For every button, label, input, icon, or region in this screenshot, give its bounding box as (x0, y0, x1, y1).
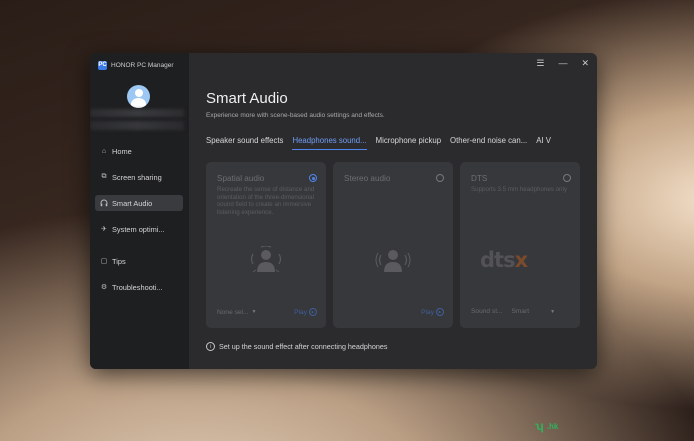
stereo-play-button[interactable]: Play ▶ (421, 308, 444, 316)
play-icon: ▶ (436, 308, 444, 316)
sidebar-nav: ⌂ Home ⧉ Screen sharing Smart Audio ✈ Sy… (95, 143, 183, 305)
tab-microphone-pickup[interactable]: Microphone pickup (376, 136, 441, 150)
play-label: Play (421, 308, 434, 316)
avatar[interactable] (127, 85, 150, 108)
watermark: ʮ .hk (535, 419, 558, 433)
card-footer: Play ▶ (344, 308, 444, 316)
card-footer: Sound st... Smart ▼ (471, 308, 571, 315)
spatial-listener-icon (250, 246, 282, 272)
card-title: Spatial audio (217, 174, 265, 183)
headphones-icon (100, 199, 108, 207)
app-window: PC HONOR PC Manager ⌂ Home ⧉ Screen shar… (90, 53, 597, 369)
sidebar-item-screen-sharing[interactable]: ⧉ Screen sharing (95, 169, 183, 185)
chevron-down-icon: ▼ (251, 309, 257, 315)
wrench-icon: ⚙ (100, 284, 108, 291)
tab-ai-voice[interactable]: AI V (536, 136, 551, 150)
sidebar-item-label: Screen sharing (112, 172, 162, 182)
spatial-mode-select[interactable]: None sel... ▼ (217, 309, 256, 316)
sidebar-item-system-optimization[interactable]: ✈ System optimi... (95, 221, 183, 237)
card-title: DTS (471, 174, 488, 183)
watermark-text-b: .hk (546, 421, 559, 431)
select-value: Smart (511, 308, 530, 315)
dts-mode-select[interactable]: Smart ▼ (512, 308, 556, 315)
username-blurred (90, 109, 184, 117)
card-spatial-audio[interactable]: Spatial audio Recreate the sense of dist… (206, 162, 326, 328)
stereo-audio-radio[interactable] (436, 174, 444, 182)
home-icon: ⌂ (101, 147, 107, 155)
page-title: Smart Audio (206, 90, 288, 107)
dts-radio[interactable] (563, 174, 571, 182)
dts-logo-text: dts (480, 248, 516, 272)
play-icon: ▶ (309, 308, 317, 316)
play-label: Play (294, 308, 307, 316)
notice-text: Set up the sound effect after connecting… (219, 342, 388, 351)
chevron-down-icon: ▼ (550, 308, 556, 315)
sidebar-item-label: System optimi... (112, 224, 165, 234)
card-description: Supports 3.5 mm headphones only (471, 186, 567, 193)
sidebar-item-smart-audio[interactable]: Smart Audio (95, 195, 183, 211)
card-dts[interactable]: DTS Supports 3.5 mm headphones only dtsx… (460, 162, 580, 328)
spatial-play-button[interactable]: Play ▶ (294, 308, 317, 316)
book-icon: ▢ (100, 258, 108, 265)
app-name: HONOR PC Manager (111, 61, 174, 69)
sidebar-item-label: Tips (112, 256, 126, 266)
card-stereo-audio[interactable]: Stereo audio Play ▶ (333, 162, 453, 328)
headphones-notice: i Set up the sound effect after connecti… (206, 342, 388, 351)
tab-other-end-noise-cancellation[interactable]: Other-end noise can... (450, 136, 527, 150)
screen-share-icon: ⧉ (101, 173, 107, 180)
sidebar-item-label: Home (112, 146, 132, 156)
sidebar-item-tips[interactable]: ▢ Tips (95, 253, 183, 269)
app-logo-icon: PC (98, 60, 107, 70)
main-panel: Smart Audio Experience more with scene-b… (189, 53, 597, 369)
select-value: None sel... (217, 308, 249, 316)
tab-bar: Speaker sound effects Headphones sound..… (206, 136, 551, 150)
dts-x-logo: dtsx (480, 248, 529, 272)
spatial-audio-radio[interactable] (309, 174, 317, 182)
sidebar-item-troubleshooting[interactable]: ⚙ Troubleshooti... (95, 279, 183, 295)
sidebar-item-label: Smart Audio (112, 198, 153, 208)
effect-cards: Spatial audio Recreate the sense of dist… (206, 162, 580, 328)
watermark-text: .hk (547, 422, 559, 431)
sidebar-item-label: Troubleshooti... (112, 282, 163, 292)
dts-logo-x: x (514, 248, 529, 272)
info-icon: i (206, 342, 215, 351)
sound-stage-label: Sound st... (471, 308, 503, 315)
userid-blurred (90, 121, 184, 130)
rocket-icon: ✈ (101, 226, 107, 233)
card-title: Stereo audio (344, 174, 391, 183)
card-description: Recreate the sense of distance and orien… (217, 186, 315, 216)
stereo-listener-icon (375, 250, 411, 272)
page-subtitle: Experience more with scene-based audio s… (206, 112, 385, 119)
card-footer: None sel... ▼ Play ▶ (217, 308, 317, 316)
watermark-logo-icon: ʮ (535, 419, 544, 433)
sidebar-item-home[interactable]: ⌂ Home (95, 143, 183, 159)
sidebar: PC HONOR PC Manager ⌂ Home ⧉ Screen shar… (90, 53, 189, 369)
tab-headphones-sound-effects[interactable]: Headphones sound... (292, 136, 367, 150)
app-title: PC HONOR PC Manager (98, 59, 174, 71)
tab-speaker-sound-effects[interactable]: Speaker sound effects (206, 136, 283, 150)
